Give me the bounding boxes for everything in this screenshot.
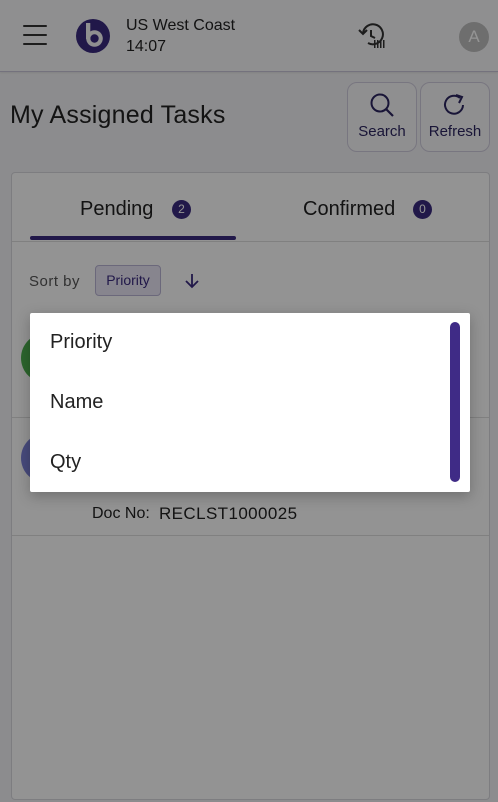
- dropdown-option-name[interactable]: Name: [30, 373, 450, 433]
- sort-options-dropdown: Priority Name Qty: [30, 313, 470, 492]
- dropdown-scrollbar[interactable]: [450, 322, 460, 482]
- app-screen: US West Coast 14:07 A My Assigned Tasks …: [0, 0, 498, 802]
- dropdown-option-label: Qty: [50, 451, 82, 473]
- dropdown-option-priority[interactable]: Priority: [30, 313, 450, 373]
- dropdown-option-label: Priority: [50, 331, 113, 353]
- dropdown-option-label: Name: [50, 391, 104, 413]
- dropdown-option-qty[interactable]: Qty: [30, 433, 450, 493]
